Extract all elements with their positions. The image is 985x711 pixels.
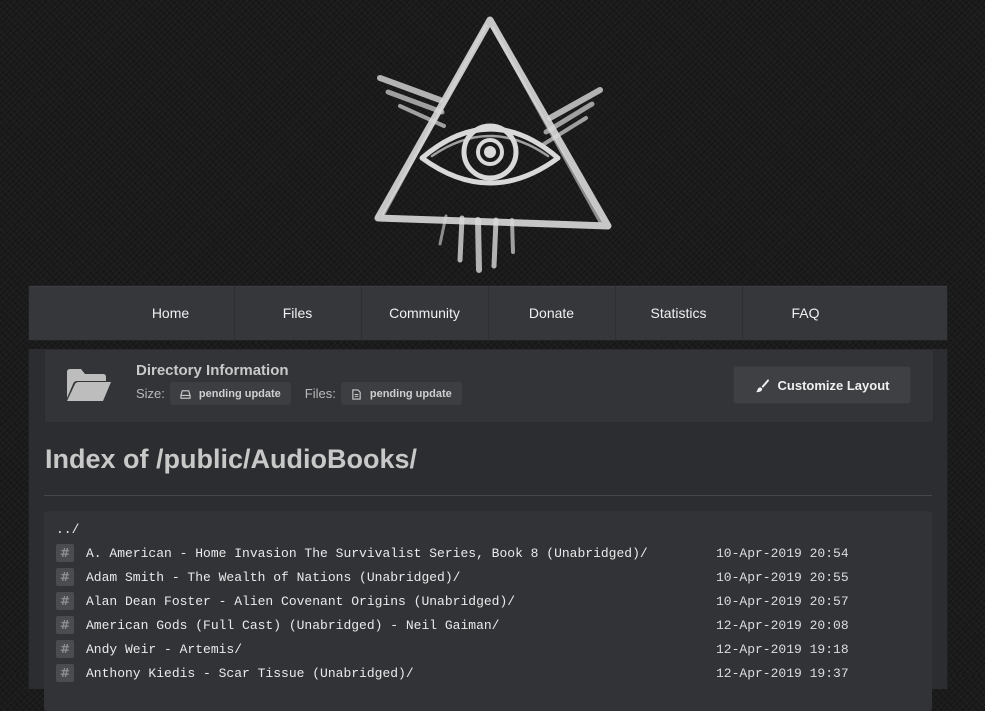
list-item-link[interactable]: Anthony Kiedis - Scar Tissue (Unabridged… [86,666,716,681]
size-badge: pending update [169,382,291,405]
directory-info-title: Directory Information [136,362,289,379]
directory-meta: Size: pending update Files: pending upda… [136,382,476,405]
list-item-date: 12-Apr-2019 19:18 [716,641,849,657]
list-item-link[interactable]: Adam Smith - The Wealth of Nations (Unab… [86,570,716,585]
title-divider [44,495,932,496]
paintbrush-icon [755,378,769,392]
hash-icon: # [56,664,74,682]
files-label: Files: [304,386,336,401]
nav-faq[interactable]: FAQ [743,286,869,340]
nav-statistics[interactable]: Statistics [616,286,743,340]
list-item-date: 10-Apr-2019 20:54 [716,545,849,561]
files-badge: pending update [340,382,462,405]
list-item: # American Gods (Full Cast) (Unabridged)… [56,616,916,634]
list-item: # Alan Dean Foster - Alien Covenant Orig… [56,592,916,610]
nav-community[interactable]: Community [362,286,489,340]
nav-donate[interactable]: Donate [489,286,616,340]
list-item-link[interactable]: American Gods (Full Cast) (Unabridged) -… [86,618,716,633]
eye-triangle-logo-icon [374,16,612,273]
site-logo[interactable] [360,8,620,278]
size-label: Size: [136,386,165,401]
main-navbar: Home Files Community Donate Statistics F… [28,285,948,341]
list-item-link[interactable]: A. American - Home Invasion The Survival… [86,546,716,561]
hash-icon: # [56,640,74,658]
file-listing: ../ # A. American - Home Invasion The Su… [44,511,932,711]
folder-open-icon [67,369,111,401]
nav-files[interactable]: Files [235,286,362,340]
file-icon [352,388,361,400]
list-item-date: 12-Apr-2019 19:37 [716,665,849,681]
hard-drive-icon [180,389,191,399]
list-item-link[interactable]: Andy Weir - Artemis/ [86,642,716,657]
nav-list: Home Files Community Donate Statistics F… [108,286,869,340]
customize-layout-label: Customize Layout [777,377,890,393]
hash-icon: # [56,568,74,586]
list-item-date: 10-Apr-2019 20:57 [716,593,849,609]
size-value: pending update [198,388,281,400]
list-item-link[interactable]: Alan Dean Foster - Alien Covenant Origin… [86,594,716,609]
customize-layout-button[interactable]: Customize Layout [733,366,911,404]
list-item-date: 10-Apr-2019 20:55 [716,569,849,585]
list-item: # A. American - Home Invasion The Surviv… [56,544,916,562]
page-title: Index of /public/AudioBooks/ [45,444,418,474]
hash-icon: # [56,544,74,562]
list-item-date: 12-Apr-2019 20:08 [716,617,849,633]
list-item: # Adam Smith - The Wealth of Nations (Un… [56,568,916,586]
files-value: pending update [369,388,452,400]
list-item: # Anthony Kiedis - Scar Tissue (Unabridg… [56,664,916,682]
hash-icon: # [56,616,74,634]
nav-home[interactable]: Home [108,286,235,340]
parent-directory-link[interactable]: ../ [56,522,79,537]
list-item: # Andy Weir - Artemis/ 12-Apr-2019 19:18 [56,640,916,658]
content-panel: Directory Information Size: pending upda… [28,349,948,711]
directory-info-card: Directory Information Size: pending upda… [44,349,934,423]
hash-icon: # [56,592,74,610]
